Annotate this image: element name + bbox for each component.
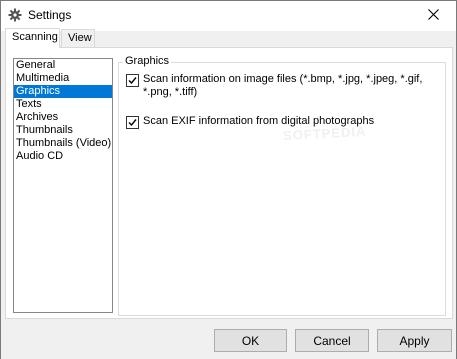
dialog-footer: OK Cancel Apply: [1, 319, 456, 359]
tab-scanning-label: Scanning: [12, 31, 58, 43]
category-item-multimedia[interactable]: Multimedia: [14, 72, 112, 85]
category-item-thumbnails-video[interactable]: Thumbnails (Video): [14, 137, 112, 150]
graphics-groupbox: [118, 62, 446, 316]
category-item-thumbnails[interactable]: Thumbnails: [14, 124, 112, 137]
tab-strip: Scanning View: [5, 28, 453, 48]
category-item-archives[interactable]: Archives: [14, 111, 112, 124]
tab-view[interactable]: View: [61, 29, 95, 47]
category-list[interactable]: General Multimedia Graphics Texts Archiv…: [13, 58, 113, 313]
title-bar: Settings: [1, 1, 456, 31]
scanning-tab-panel: General Multimedia Graphics Texts Archiv…: [5, 47, 453, 319]
gear-icon: [8, 8, 22, 22]
category-item-texts[interactable]: Texts: [14, 98, 112, 111]
scan-image-info-checkbox[interactable]: [126, 74, 139, 87]
tab-scanning[interactable]: Scanning: [5, 28, 60, 48]
ok-button[interactable]: OK: [214, 329, 287, 352]
settings-window: Settings Scanning View General Multimedi…: [0, 0, 457, 359]
cancel-button[interactable]: Cancel: [295, 329, 369, 352]
tab-view-label: View: [68, 32, 92, 44]
check-icon: [128, 119, 137, 127]
groupbox-title: Graphics: [123, 55, 172, 67]
category-item-audio-cd[interactable]: Audio CD: [14, 150, 112, 163]
category-item-general[interactable]: General: [14, 59, 112, 72]
apply-button[interactable]: Apply: [377, 329, 452, 352]
check-icon: [128, 77, 137, 85]
close-button[interactable]: [410, 1, 456, 30]
scan-exif-checkbox[interactable]: [126, 116, 139, 129]
close-icon: [427, 8, 439, 23]
window-title: Settings: [28, 8, 72, 22]
category-item-graphics[interactable]: Graphics: [14, 85, 112, 98]
scan-exif-label: Scan EXIF information from digital photo…: [143, 115, 375, 127]
scan-image-info-label: Scan information on image files (*.bmp, …: [143, 73, 423, 98]
